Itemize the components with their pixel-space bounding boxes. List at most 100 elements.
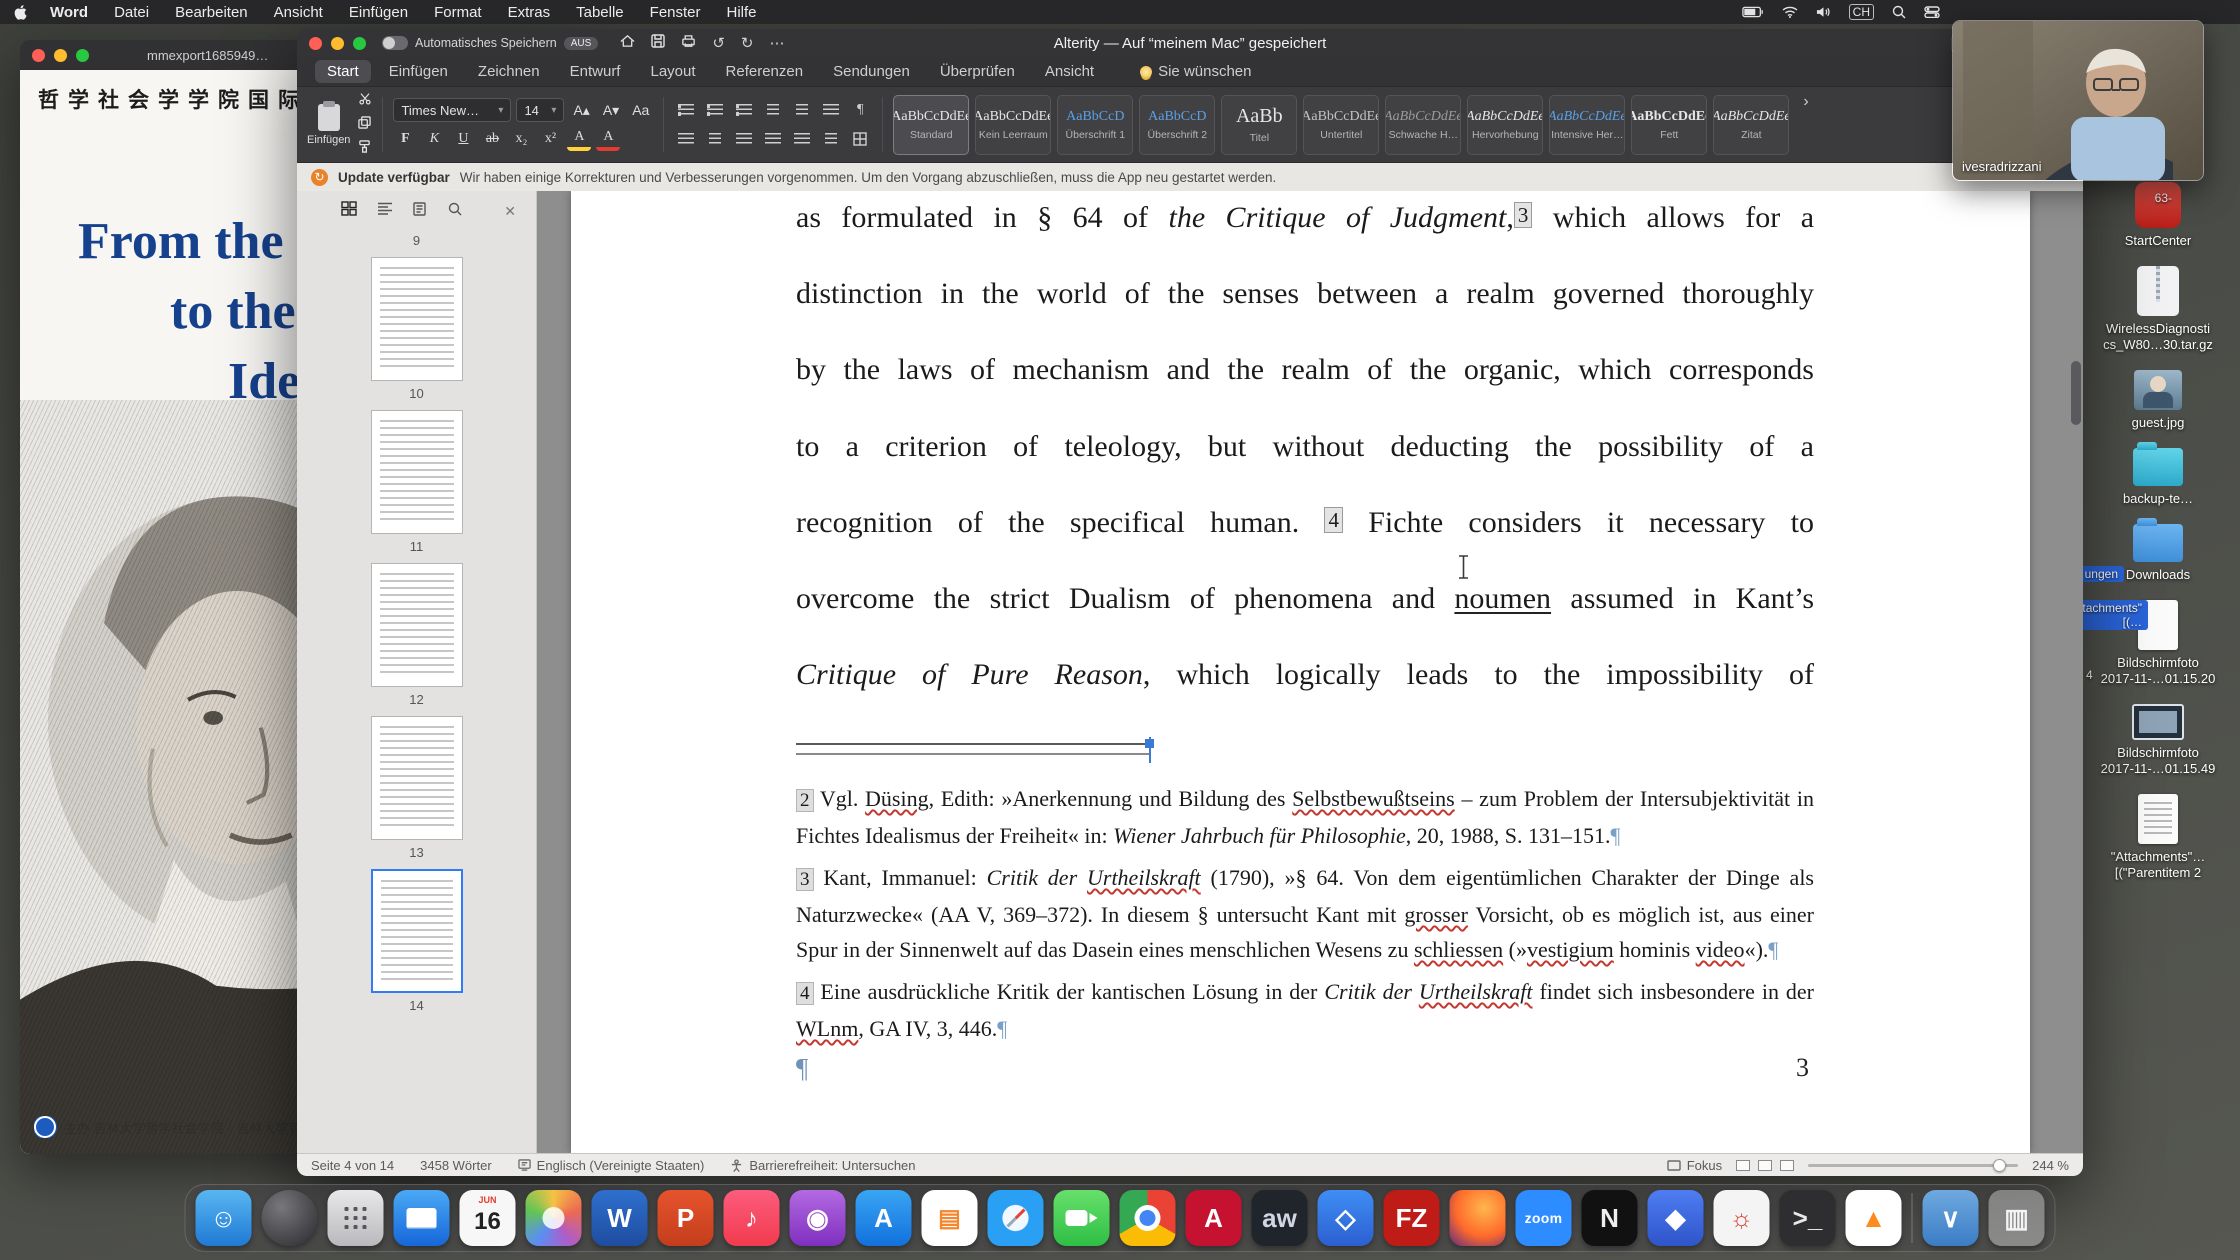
thumbnail-preview[interactable]	[371, 869, 463, 993]
dock-icon-music[interactable]: ♪	[724, 1190, 780, 1246]
dock-icon-calendar[interactable]: 16 JUN	[460, 1190, 516, 1246]
body-text-line[interactable]: overcome the strict Dualism of phenomena…	[796, 578, 1814, 620]
menu-item[interactable]: Extras	[495, 4, 564, 21]
bullet-list-button[interactable]	[674, 98, 698, 122]
change-case-button[interactable]: Aa	[628, 98, 653, 122]
control-center-icon[interactable]	[1924, 6, 1940, 18]
input-source-indicator[interactable]: CH	[1849, 4, 1874, 20]
zoom-level[interactable]: 244 %	[2032, 1158, 2069, 1173]
ribbon-tab[interactable]: Referenzen	[714, 60, 816, 83]
page-thumbnail[interactable]: 14	[371, 869, 463, 1022]
document-canvas[interactable]: as formulated in § 64 of the Critique of…	[537, 191, 2083, 1153]
highlight-color-button[interactable]: A	[567, 127, 591, 151]
cut-button[interactable]	[358, 92, 372, 110]
print-layout-icon[interactable]	[1758, 1160, 1772, 1171]
body-text-line[interactable]: Critique of Pure Reason, which logically…	[796, 654, 1814, 696]
menu-item[interactable]: Format	[421, 4, 495, 21]
font-name-select[interactable]: Times New…▾	[393, 98, 511, 122]
subscript-button[interactable]: x₂	[509, 127, 533, 151]
superscript-button[interactable]: x²	[538, 127, 562, 151]
style-kein-leerraum[interactable]: AaBbCcDdEe Kein Leerraum	[975, 95, 1051, 155]
home-icon[interactable]	[620, 34, 635, 52]
shading-button[interactable]	[819, 127, 843, 151]
window-controls[interactable]	[309, 37, 366, 50]
thumbnail-preview[interactable]	[371, 257, 463, 381]
body-text-line[interactable]: recognition of the specifical human. 4 F…	[796, 502, 1814, 544]
ribbon-tab[interactable]: Entwurf	[558, 60, 633, 83]
dock-icon-terminal[interactable]: >_	[1780, 1190, 1836, 1246]
web-layout-icon[interactable]	[1780, 1160, 1794, 1171]
ribbon-tab[interactable]: Start	[315, 60, 371, 83]
undo-icon[interactable]: ↺	[712, 34, 725, 52]
shrink-font-button[interactable]: A▾	[599, 98, 623, 122]
desktop-icon-backup-folder[interactable]: backup-te…	[2098, 448, 2218, 507]
ribbon-tab[interactable]: Sendungen	[821, 60, 922, 83]
menu-item[interactable]: Ansicht	[261, 4, 336, 21]
format-painter-button[interactable]	[358, 140, 372, 158]
style-ueberschrift-1[interactable]: AaBbCcD Überschrift 1	[1057, 95, 1133, 155]
numbered-list-button[interactable]	[703, 98, 727, 122]
save-icon[interactable]	[651, 34, 665, 52]
font-size-select[interactable]: 14▾	[516, 98, 564, 122]
apple-menu-icon[interactable]	[14, 5, 27, 20]
style-schwache-h[interactable]: AaBbCcDdEe Schwache H…	[1385, 95, 1461, 155]
accessibility-indicator[interactable]: Barrierefreiheit: Untersuchen	[730, 1158, 915, 1173]
paste-button[interactable]: Einfügen	[307, 104, 350, 146]
dock-icon-word[interactable]: W	[592, 1190, 648, 1246]
borders-button[interactable]	[848, 127, 872, 151]
desktop-icon-attachments-doc[interactable]: "Attachments"… [("Parentitem 2	[2098, 794, 2218, 881]
more-styles-button[interactable]: ›	[1799, 93, 1812, 156]
comments-view-icon[interactable]	[413, 202, 428, 221]
style-fett[interactable]: AaBbCcDdEe Fett	[1631, 95, 1707, 155]
thumbnail-preview[interactable]	[371, 563, 463, 687]
dock-icon-safari[interactable]	[988, 1190, 1044, 1246]
font-color-button[interactable]: A	[596, 127, 620, 151]
menu-item[interactable]: Tabelle	[563, 4, 637, 21]
dock-icon-launchpad[interactable]	[328, 1190, 384, 1246]
sidebar-search-icon[interactable]	[448, 202, 462, 221]
dock-icon-app-store[interactable]: A	[856, 1190, 912, 1246]
headings-view-icon[interactable]	[377, 202, 393, 220]
show-formatting-marks-button[interactable]: ¶	[848, 98, 872, 122]
strikethrough-button[interactable]: ab	[480, 127, 504, 151]
ribbon-tab[interactable]: Ansicht	[1033, 60, 1106, 83]
style-standard[interactable]: AaBbCcDdEe Standard	[893, 95, 969, 155]
toggle-icon[interactable]	[382, 36, 408, 50]
style-zitat[interactable]: AaBbCcDdEe Zitat	[1713, 95, 1789, 155]
print-icon[interactable]	[681, 34, 696, 52]
wifi-icon[interactable]	[1782, 6, 1798, 18]
menu-item[interactable]: Word	[37, 4, 101, 21]
document-page[interactable]: as formulated in § 64 of the Critique of…	[571, 191, 2030, 1153]
style-titel[interactable]: AaBb Titel	[1221, 95, 1297, 155]
sidebar-close-icon[interactable]: ✕	[504, 203, 516, 220]
dock-icon-firefox[interactable]	[1450, 1190, 1506, 1246]
tell-me-button[interactable]: Sie wünschen	[1140, 63, 1251, 80]
style-ueberschrift-2[interactable]: AaBbCcD Überschrift 2	[1139, 95, 1215, 155]
body-text-line[interactable]: distinction in the world of the senses b…	[796, 273, 1814, 315]
word-count[interactable]: 3458 Wörter	[420, 1158, 492, 1173]
more-icon[interactable]: ⋯	[769, 34, 784, 52]
read-mode-icon[interactable]	[1736, 1160, 1750, 1171]
page-thumbnail[interactable]: 11	[371, 410, 463, 563]
battery-icon[interactable]	[1742, 6, 1764, 18]
sort-button[interactable]	[819, 98, 843, 122]
justify-button[interactable]	[761, 127, 785, 151]
dock-icon-acrobat[interactable]: A	[1186, 1190, 1242, 1246]
dock-icon-code-app[interactable]: ◇	[1318, 1190, 1374, 1246]
thumbnail-preview[interactable]	[371, 410, 463, 534]
dock-icon-draw-app[interactable]: aw	[1252, 1190, 1308, 1246]
align-center-button[interactable]	[703, 127, 727, 151]
thumbnails-view-icon[interactable]	[341, 201, 357, 221]
dock-icon-vlc[interactable]: ▲	[1846, 1190, 1902, 1246]
zoom-slider[interactable]	[1808, 1164, 2018, 1167]
dock-icon-photos[interactable]	[526, 1190, 582, 1246]
vertical-scrollbar[interactable]	[2071, 361, 2081, 425]
bold-button[interactable]: F	[393, 127, 417, 151]
style-untertitel[interactable]: AaBbCcDdEe Untertitel	[1303, 95, 1379, 155]
dock-icon-mail[interactable]	[394, 1190, 450, 1246]
outdent-button[interactable]	[761, 98, 785, 122]
page-thumbnail[interactable]: 9	[413, 231, 420, 257]
footnotes-section[interactable]: 2 Vgl. Düsing, Edith: »Anerkennung und B…	[796, 781, 1814, 1053]
body-text-line[interactable]: by the laws of mechanism and the realm o…	[796, 349, 1814, 391]
page-thumbnail[interactable]: 12	[371, 563, 463, 716]
